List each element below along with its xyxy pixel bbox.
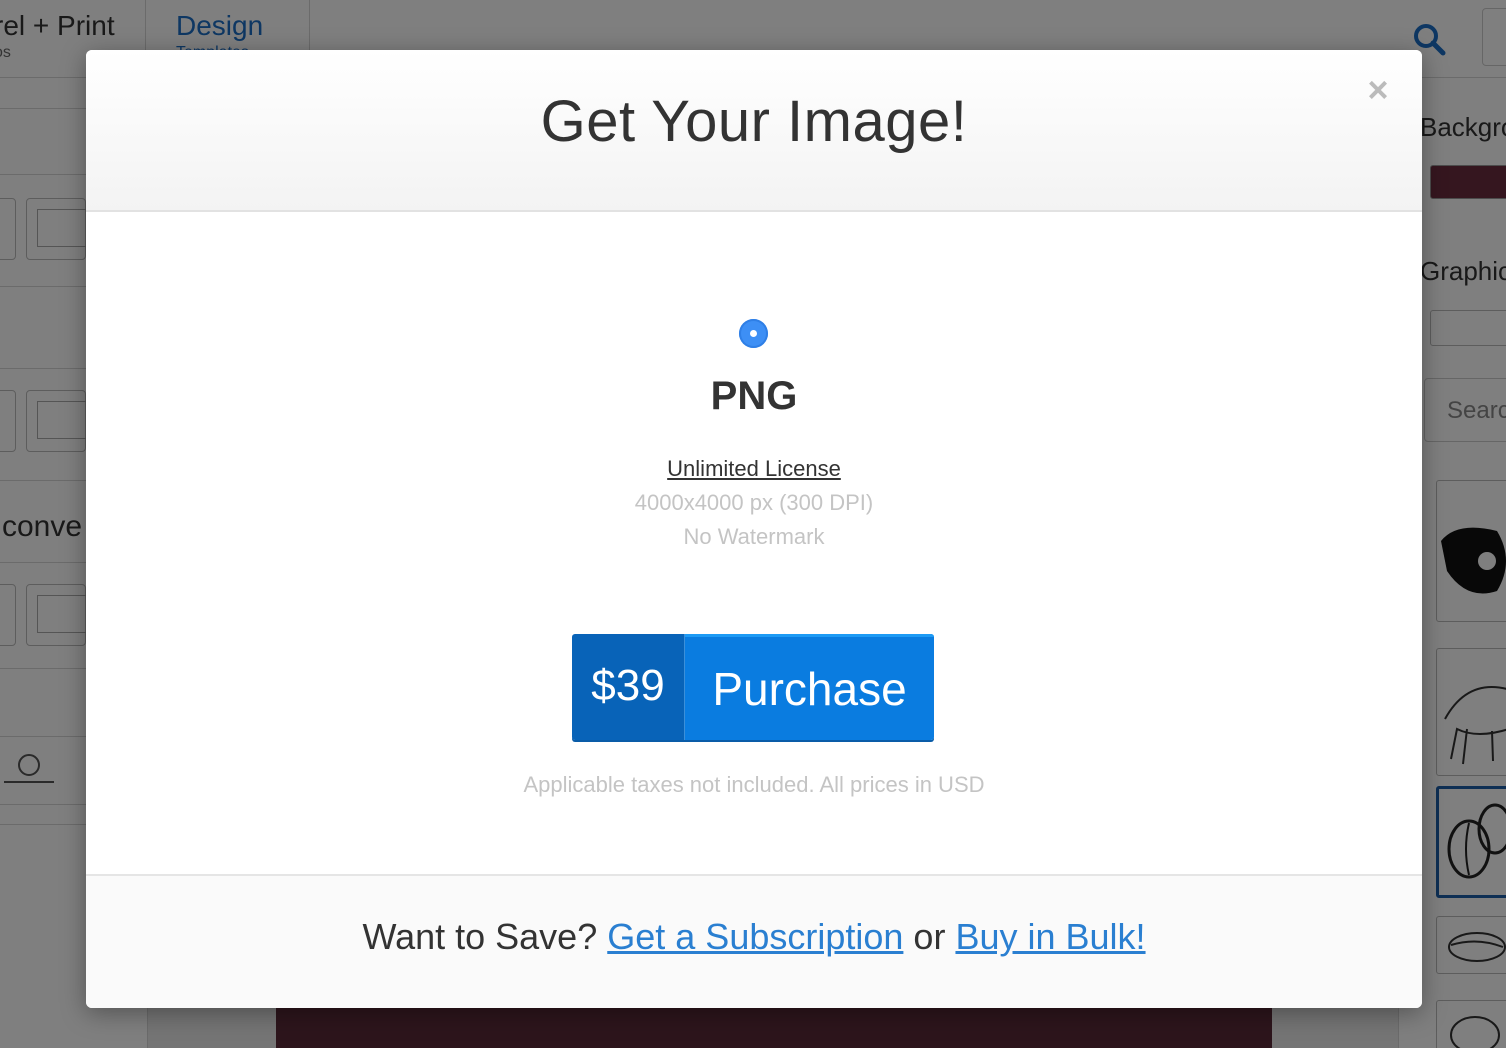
save-offer: Want to Save? Get a Subscription or Buy … (86, 916, 1422, 958)
purchase-button[interactable]: $39 Purchase (572, 634, 934, 740)
resolution-text: 4000x4000 px (300 DPI) (634, 490, 874, 515)
purchase-label: Purchase (685, 634, 934, 740)
license-info: Unlimited License (86, 456, 1422, 482)
footer-prefix: Want to Save? (362, 916, 598, 957)
modal-title: Get Your Image! (540, 89, 968, 154)
buy-in-bulk-link[interactable]: Buy in Bulk! (955, 916, 1145, 957)
unlimited-license-link[interactable]: Unlimited License (667, 456, 841, 481)
purchase-modal: Get Your Image! × PNG Unlimited License … (86, 50, 1422, 1008)
taxes-note: Applicable taxes not included. All price… (523, 772, 985, 797)
footer-or: or (913, 916, 946, 957)
modal-footer: Want to Save? Get a Subscription or Buy … (86, 874, 1422, 1008)
format-title: PNG (710, 374, 798, 418)
png-radio-button[interactable] (739, 319, 768, 348)
close-icon[interactable]: × (1362, 70, 1394, 110)
subscription-link[interactable]: Get a Subscription (607, 916, 903, 957)
watermark-text: No Watermark (683, 524, 825, 549)
modal-header: Get Your Image! × (86, 50, 1422, 212)
purchase-price: $39 (572, 634, 685, 740)
